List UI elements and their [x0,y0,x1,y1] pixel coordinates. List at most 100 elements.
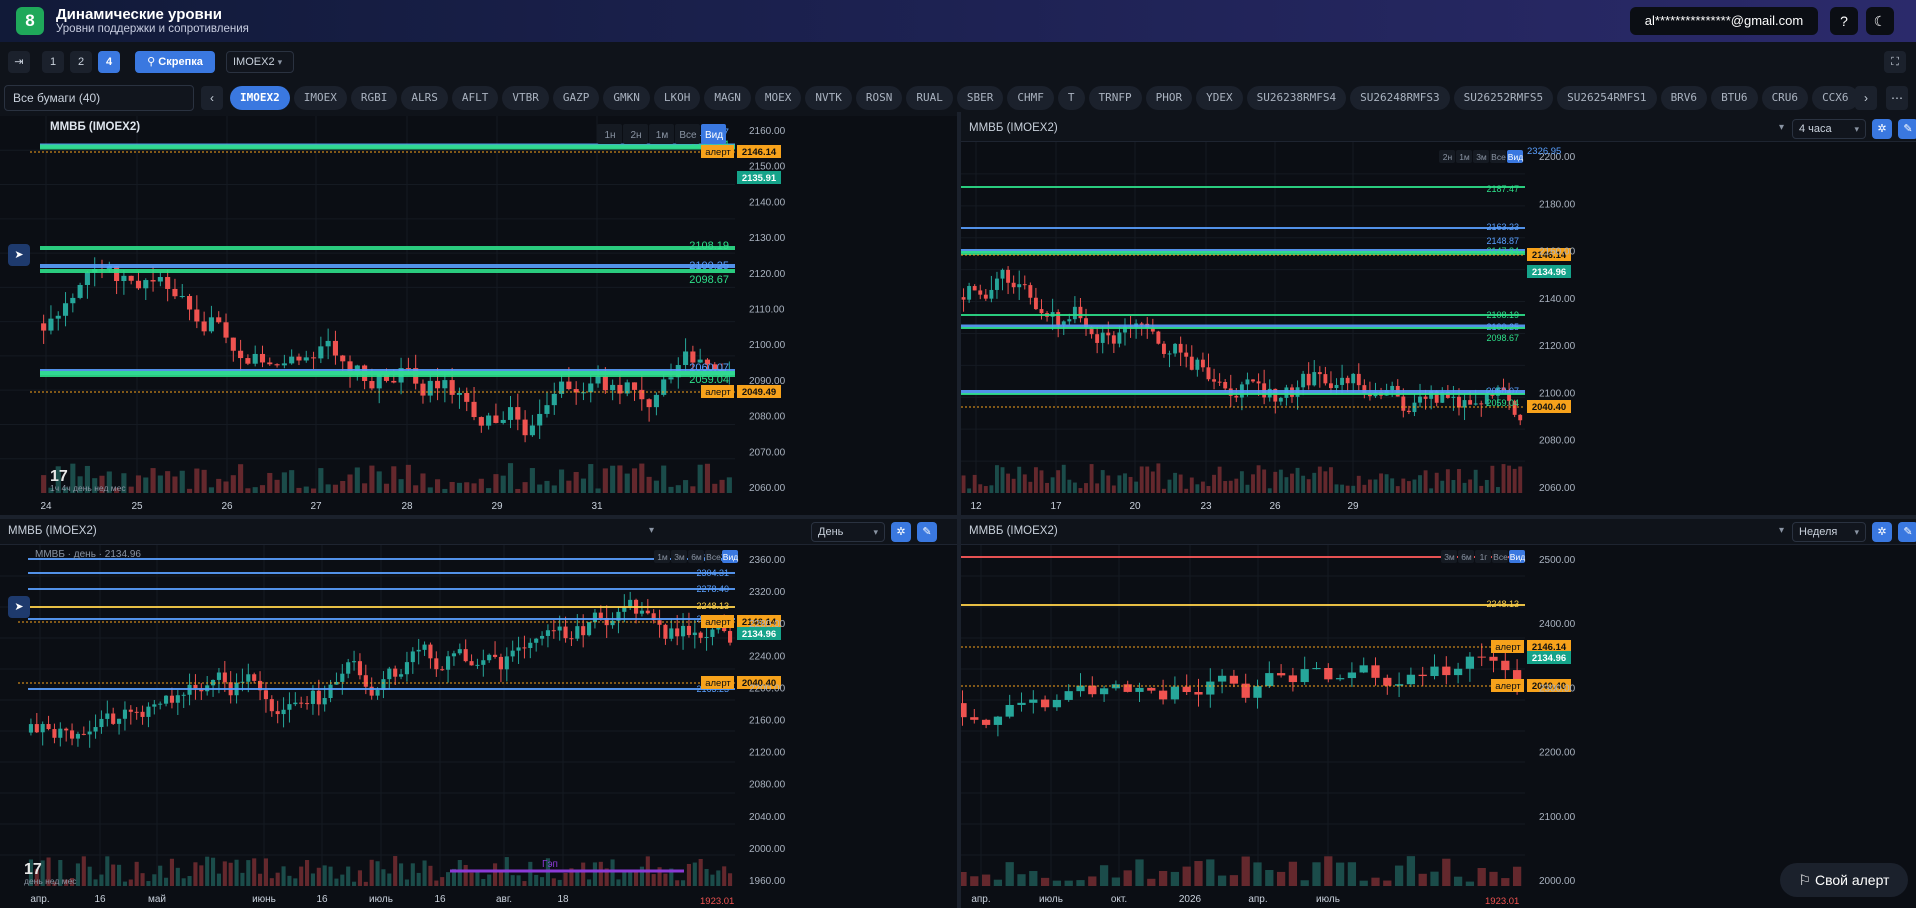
account-email[interactable]: al***************@gmail.com [1630,7,1818,35]
ticker-chip[interactable]: IMOEX [293,86,347,110]
volume-bar [995,465,999,493]
help-icon[interactable]: ? [1830,7,1858,35]
timeframe-select[interactable]: Неделя ▾ [1792,522,1866,542]
chart-panel-4h[interactable]: ММВБ (IMOEX2) ▾ 4 часа ▾ ✲ ✎ 2187.47 2163.23 214… [961,116,1916,515]
price-chart[interactable]: 2163.232148.872147.842108.192100.252098.… [0,116,957,515]
panel-divider-horizontal[interactable] [0,515,1916,519]
ticker-chip[interactable]: GAZP [552,86,600,110]
ticker-chip[interactable]: MOEX [754,86,802,110]
ticker-chip[interactable]: AFLT [451,86,499,110]
volume-bar [624,473,630,493]
theme-toggle-icon[interactable]: ☾ [1866,7,1894,35]
panel-divider-vertical[interactable] [957,112,961,908]
ticker-chip[interactable]: CHMF [1007,86,1054,110]
timeframe-select[interactable]: День ▾ [811,522,885,542]
ticker-chip[interactable]: TRNFP [1088,86,1142,110]
chevron-down-icon[interactable]: ▾ [649,525,654,536]
ticker-chip[interactable]: PHOR [1145,86,1193,110]
ticker-chip[interactable]: SU26252RMFS5 [1453,86,1554,110]
layout-2-button[interactable]: 2 [70,51,92,73]
ticker-chip[interactable]: SU26248RMFS3 [1350,86,1450,110]
collapse-icon[interactable]: ⇥ [8,51,30,73]
ticker-chip[interactable]: VTBR [502,86,549,110]
ticker-chip[interactable]: RUAL [906,86,953,110]
timeframe-select[interactable]: 4 часа ▾ [1792,119,1866,139]
y-tick-label: 2400.00 [1539,619,1576,630]
price-chart[interactable]: 2368.512248.132146.14алерт2040.40алерт21… [961,545,1916,908]
ticker-chip[interactable]: MAGN [704,86,751,110]
draw-icon[interactable]: ✎ [1898,119,1916,139]
candle [500,419,506,423]
panel-title[interactable]: ММВБ (IMOEX2) [969,122,1058,134]
candle [478,417,484,426]
volume-bar [1123,473,1127,493]
levels-settings-icon[interactable]: ✲ [1872,119,1892,139]
bottom-value: 1923.01 [700,896,734,907]
ticker-chip[interactable]: CRU6 [1761,86,1809,110]
volume-bar [1111,877,1121,886]
candle [259,353,266,363]
ticker-chip[interactable]: BTU6 [1711,86,1758,110]
chart-panel-week[interactable]: ММВБ (IMOEX2) ▾ Неделя ▾ ✲ ✎ 2368.512248.13214… [961,519,1916,908]
x-tick-label: апр. [30,894,49,905]
draw-icon[interactable]: ✎ [917,522,937,542]
volume-bar [316,867,321,886]
ticker-select[interactable]: IMOEX2 ▾ [226,51,294,73]
candle [289,356,295,364]
ticker-chip[interactable]: ALRS [401,86,448,110]
clip-button[interactable]: ⚲ Скрепка [135,51,215,73]
layout-4-button[interactable]: 4 [98,51,120,73]
layout-1-button[interactable]: 1 [42,51,64,73]
candle [1462,400,1467,408]
candle [1371,665,1380,678]
price-chart[interactable]: 2187.472163.232148.872147.842108.192100.… [961,142,1916,515]
cursor-tool-icon[interactable]: ➤ [8,244,30,266]
level-label: 2278.40 [696,584,729,594]
range-button-label: Все [1491,152,1506,162]
candle [393,668,398,677]
chevron-down-icon[interactable]: ▾ [1779,122,1784,133]
ticker-chip[interactable]: CCX6 [1812,86,1858,110]
chevron-right-icon[interactable]: › [1855,86,1877,110]
volume-bar [690,486,696,493]
paperclip-icon: ⚲ [147,56,159,68]
ticker-chip[interactable]: T [1057,86,1085,110]
chevron-left-icon[interactable]: ‹ [201,86,223,110]
ticker-chip[interactable]: IMOEX2 [230,86,290,110]
chevron-down-icon[interactable]: ▾ [1779,525,1784,536]
candle [1189,356,1194,370]
ticker-chip[interactable]: SU26238RMFS4 [1246,86,1347,110]
panel-title[interactable]: ММВБ (IMOEX2) [8,525,97,537]
own-alert-button[interactable]: ⚐ Свой алерт [1780,863,1908,897]
volume-bar [1347,862,1357,886]
chart-panel-day[interactable]: ММВБ (IMOEX2) ▾ День▾ ✲ ✎ 2348.942324.922304.… [0,519,957,908]
draw-icon[interactable]: ✎ [1898,522,1916,542]
ticker-chip[interactable]: LKOH [653,86,701,110]
ticker-chip[interactable]: ROSN [855,86,903,110]
chart-panel-1h[interactable]: 2163.232148.872147.842108.192100.252098.… [0,116,957,515]
ticker-chip[interactable]: RGBI [350,86,398,110]
ticker-chip[interactable]: GMKN [603,86,650,110]
candle [522,647,527,649]
y-tick-label: 2180.00 [1539,199,1576,210]
candle [316,690,321,705]
price-chart[interactable]: 2348.942324.922304.312278.402248.132233.… [0,545,957,908]
ticker-chip[interactable]: SBER [956,86,1004,110]
volume-bar [1329,467,1333,493]
candle [1401,396,1406,411]
ticker-chip[interactable]: BRV6 [1660,86,1708,110]
ticker-chip[interactable]: SU26254RMFS1 [1557,86,1657,110]
levels-settings-icon[interactable]: ✲ [1872,522,1892,542]
ticker-chip[interactable]: NVTK [805,86,852,110]
panel-title[interactable]: ММВБ (IMOEX2) [969,525,1058,537]
volume-bar [93,879,98,886]
candle [1406,674,1416,685]
securities-filter-select[interactable]: Все бумаги (40) [4,85,194,111]
candle [77,284,83,298]
cursor-tool-icon[interactable]: ➤ [8,596,30,618]
fullscreen-icon[interactable]: ⛶ [1884,51,1906,73]
more-icon[interactable]: ⋯ [1886,86,1908,110]
levels-settings-icon[interactable]: ✲ [891,522,911,542]
ticker-chip[interactable]: YDEX [1196,86,1243,110]
y-tick-label: 2100.00 [1539,388,1576,399]
